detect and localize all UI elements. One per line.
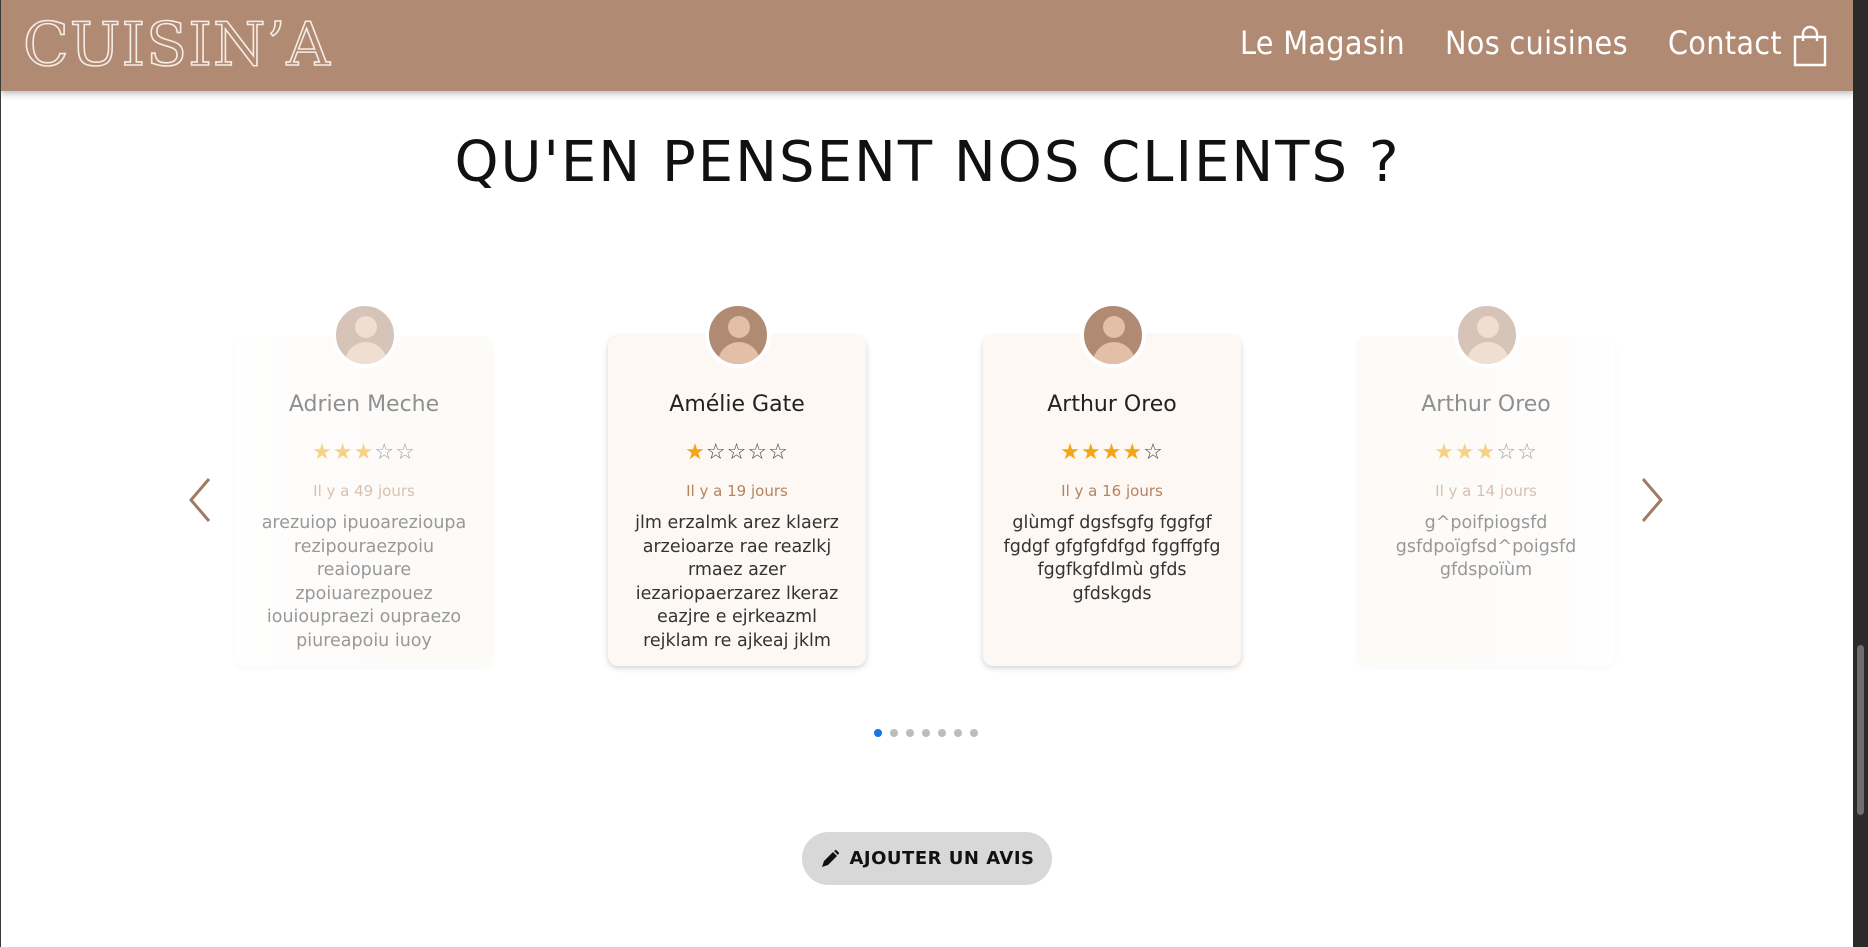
nav-link-contact[interactable]: Contact: [1668, 24, 1782, 62]
site-logo[interactable]: CUISIN’A: [22, 9, 331, 81]
star-empty-icon: ☆: [768, 440, 789, 465]
star-empty-icon: ☆: [726, 440, 748, 465]
shopping-bag-icon[interactable]: [1792, 25, 1828, 67]
star-filled-icon: ★: [1122, 440, 1144, 465]
scrollbar-thumb[interactable]: [1857, 645, 1864, 815]
star-empty-icon: ☆: [1517, 440, 1538, 465]
star-empty-icon: ☆: [395, 440, 416, 465]
pen-icon: [821, 849, 839, 867]
review-text: arezuiop ipuoarezioupa rezipouraezpoiu r…: [261, 513, 467, 651]
star-rating: ★☆☆☆☆: [608, 440, 866, 465]
reviewer-name: Arthur Oreo: [1047, 392, 1177, 417]
reviewer-name: Amélie Gate: [669, 392, 805, 417]
review-card: Arthur Oreo ★★★★☆ Il y a 16 jours glùmgf…: [983, 302, 1241, 666]
star-empty-icon: ☆: [374, 440, 396, 465]
star-rating: ★★★★☆: [983, 440, 1241, 465]
carousel-dot[interactable]: [954, 729, 962, 737]
carousel-next-arrow-icon[interactable]: [1637, 475, 1667, 525]
nav-link-cuisines[interactable]: Nos cuisines: [1445, 24, 1628, 62]
review-date: Il y a 14 jours: [1435, 482, 1537, 500]
star-filled-icon: ★: [1454, 440, 1476, 465]
star-filled-icon: ★: [1060, 440, 1081, 465]
star-filled-icon: ★: [685, 440, 706, 465]
carousel-dot[interactable]: [922, 729, 930, 737]
star-filled-icon: ★: [332, 440, 354, 465]
section-title: QU'EN PENSENT NOS CLIENTS ?: [454, 130, 1401, 195]
add-review-button[interactable]: AJOUTER UN AVIS: [802, 832, 1052, 885]
reviewer-name: Arthur Oreo: [1421, 392, 1551, 417]
page: CUISIN’A Le Magasin Nos cuisines Contact…: [0, 0, 1853, 947]
star-rating: ★★★☆☆: [1357, 440, 1615, 465]
review-text: glùmgf dgsfsgfg fggfgf fgdgf gfgfgfdfgd …: [1003, 513, 1221, 604]
reviewer-name: Adrien Meche: [288, 392, 440, 417]
star-filled-icon: ★: [353, 440, 375, 465]
star-filled-icon: ★: [1434, 440, 1455, 465]
avatar-icon: [332, 302, 398, 368]
carousel-dot[interactable]: [970, 729, 978, 737]
carousel-dot[interactable]: [938, 729, 946, 737]
review-text: jlm erzalmk arez klaerz arzeioarze rae r…: [635, 513, 839, 651]
carousel-pagination: [874, 729, 978, 737]
star-empty-icon: ☆: [747, 440, 769, 465]
avatar-icon: [705, 302, 771, 368]
star-filled-icon: ★: [312, 440, 333, 465]
star-filled-icon: ★: [1475, 440, 1497, 465]
star-empty-icon: ☆: [1496, 440, 1518, 465]
review-card: Adrien Meche ★★★☆☆ Il y a 49 jours arezu…: [235, 302, 493, 666]
star-rating: ★★★☆☆: [235, 440, 493, 465]
review-card: Amélie Gate ★☆☆☆☆ Il y a 19 jours jlm er…: [608, 302, 866, 666]
nav-link-magasin[interactable]: Le Magasin: [1240, 24, 1405, 62]
carousel-dot[interactable]: [906, 729, 914, 737]
review-date: Il y a 19 jours: [686, 482, 788, 500]
carousel-dot[interactable]: [874, 729, 882, 737]
carousel-prev-arrow-icon[interactable]: [185, 475, 215, 525]
add-review-label: AJOUTER UN AVIS: [849, 848, 1035, 869]
carousel-dot[interactable]: [890, 729, 898, 737]
review-text: g^poifpiogsfd gsfdpoïgfsd^poigsfd gfdspo…: [1395, 513, 1577, 580]
page-scrollbar[interactable]: [1853, 0, 1868, 947]
site-header: CUISIN’A Le Magasin Nos cuisines Contact: [1, 0, 1853, 91]
star-filled-icon: ★: [1080, 440, 1102, 465]
logo-text: CUISIN’A: [22, 9, 331, 81]
avatar-icon: [1454, 302, 1520, 368]
review-card: Arthur Oreo ★★★☆☆ Il y a 14 jours g^poif…: [1357, 302, 1615, 666]
star-empty-icon: ☆: [705, 440, 727, 465]
review-date: Il y a 49 jours: [313, 482, 415, 500]
star-empty-icon: ☆: [1143, 440, 1164, 465]
avatar-icon: [1080, 302, 1146, 368]
review-date: Il y a 16 jours: [1061, 482, 1163, 500]
main-nav: Le Magasin Nos cuisines Contact: [1240, 24, 1782, 62]
star-filled-icon: ★: [1101, 440, 1123, 465]
